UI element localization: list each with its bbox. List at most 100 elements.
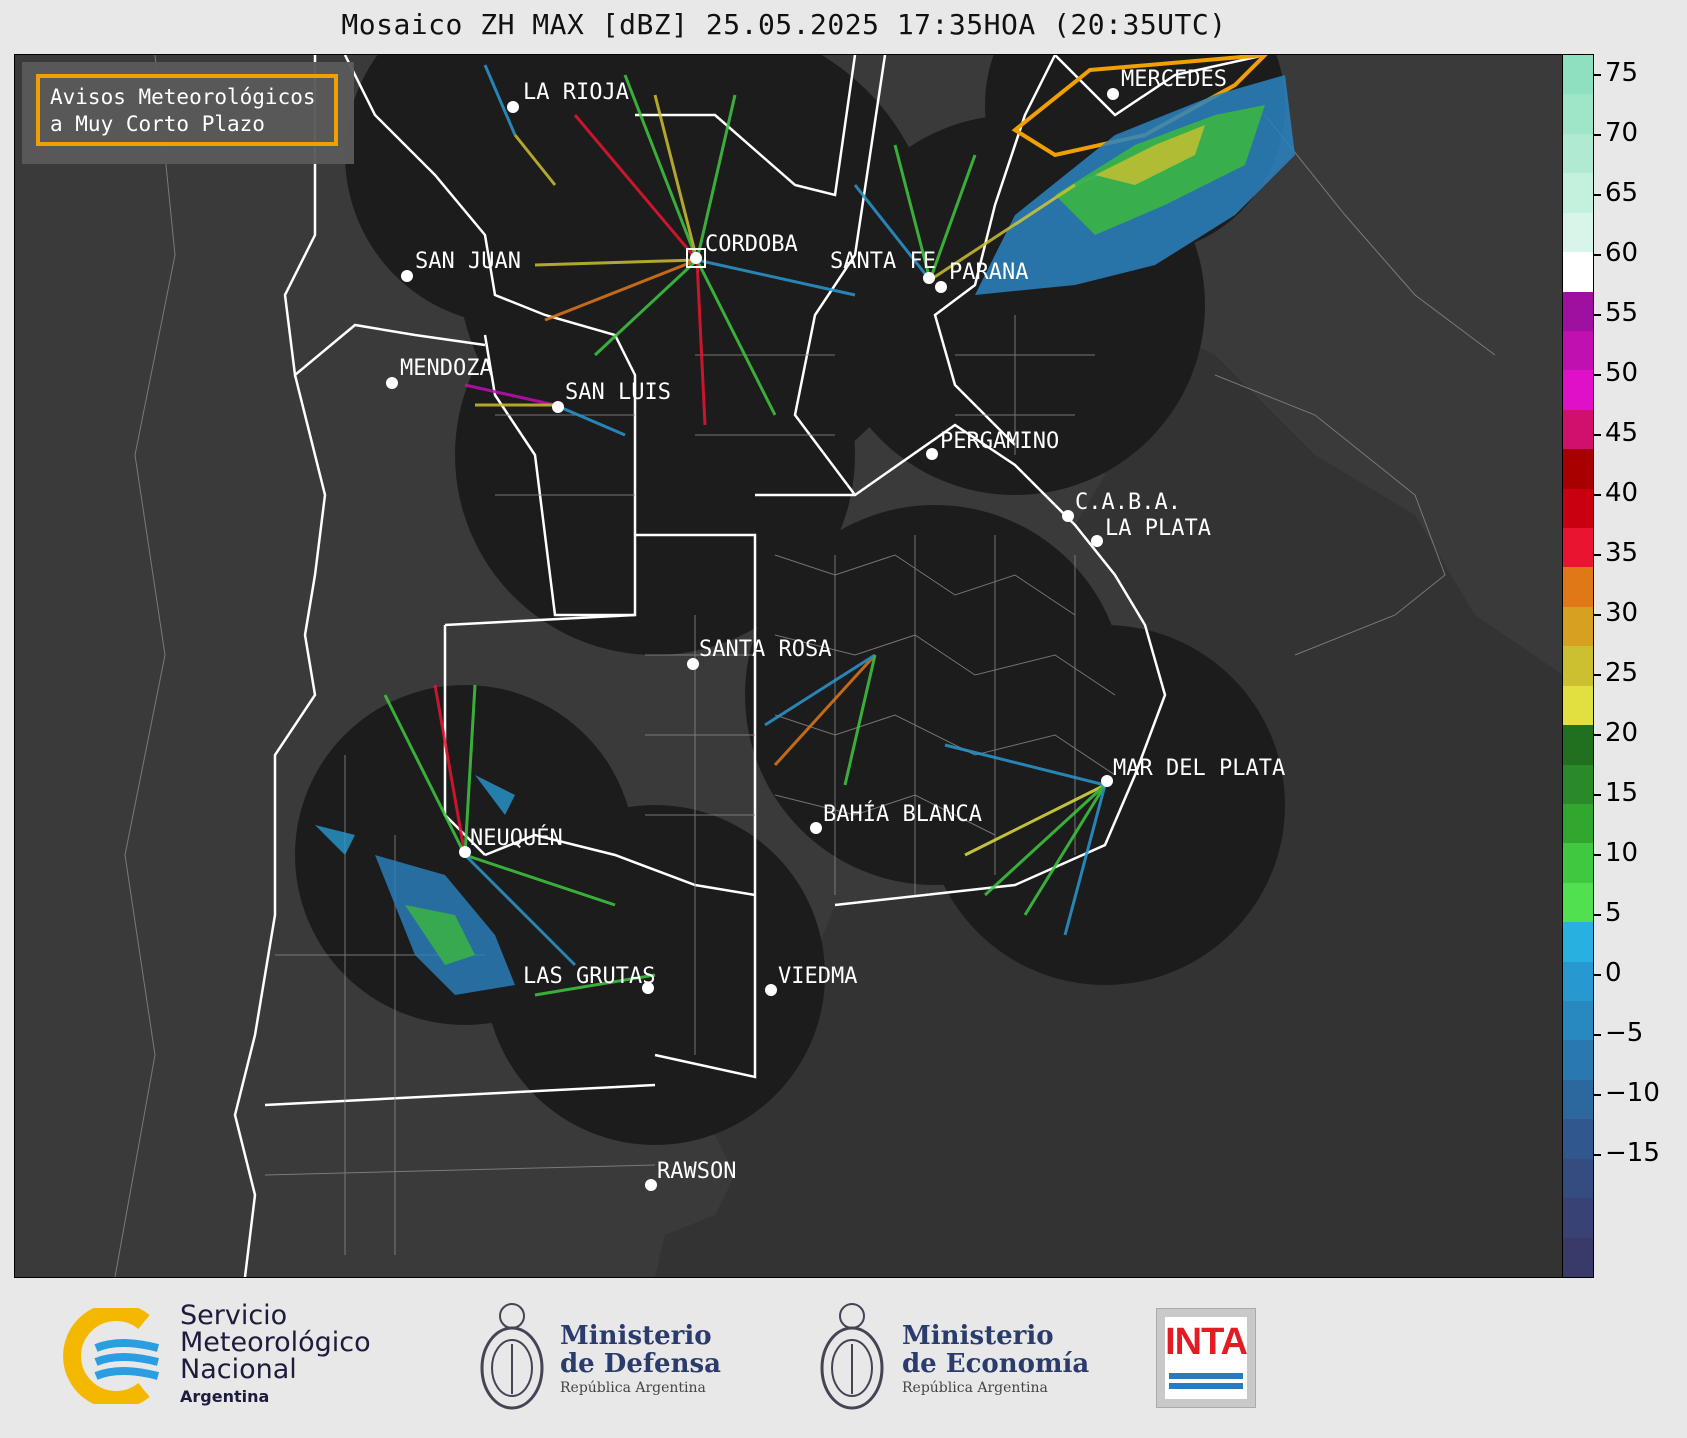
colorbar-segment: [1563, 843, 1593, 884]
colorbar-tick: [1593, 434, 1601, 436]
colorbar-label: 50: [1605, 358, 1639, 388]
colorbar-label: 70: [1605, 118, 1639, 148]
colorbar-label: 10: [1605, 838, 1639, 868]
colorbar-segment: [1563, 1001, 1593, 1042]
colorbar-tick: [1593, 914, 1601, 916]
colorbar-tick: [1593, 314, 1601, 316]
smn-sub: Argentina: [180, 1387, 270, 1406]
colorbar-tick: [1593, 614, 1601, 616]
colorbar-label: 45: [1605, 418, 1639, 448]
colorbar-segment: [1563, 764, 1593, 805]
svg-text:VIEDMA: VIEDMA: [778, 964, 857, 989]
colorbar-tick: [1593, 194, 1601, 196]
colorbar-label: 0: [1605, 958, 1622, 988]
economia-wordmark: Ministerio de Economía República Argenti…: [902, 1322, 1089, 1396]
colorbar-segment: [1563, 212, 1593, 254]
colorbar-segment: [1563, 330, 1593, 372]
colorbar-segment: [1563, 528, 1593, 569]
colorbar-segment: [1563, 606, 1593, 648]
colorbar-segment: [1563, 1198, 1593, 1239]
map-title: Mosaico ZH MAX [dBZ] 25.05.2025 17:35HOA…: [341, 8, 1227, 41]
colorbar-segment: [1563, 1237, 1593, 1277]
colorbar-tick: [1593, 674, 1601, 676]
colorbar-segment: [1563, 922, 1593, 963]
svg-text:MAR DEL PLATA: MAR DEL PLATA: [1113, 756, 1285, 781]
inta-wordmark: INTA: [1165, 1321, 1248, 1363]
colorbar-segment: [1563, 173, 1593, 214]
radar-map[interactable]: LA RIOJA CORDOBA SAN JUAN SANTA FE PARAN…: [14, 54, 1564, 1278]
colorbar-segment: [1563, 252, 1593, 293]
colorbar-tick: [1593, 974, 1601, 976]
colorbar-label: 15: [1605, 778, 1639, 808]
colorbar-segment: [1563, 1079, 1593, 1121]
colorbar-tick: [1593, 1034, 1601, 1036]
svg-text:SANTA ROSA: SANTA ROSA: [699, 637, 831, 662]
colorbar-segment: [1563, 94, 1593, 135]
economia-line-2: de Economía: [902, 1349, 1090, 1379]
svg-text:LA PLATA: LA PLATA: [1105, 516, 1211, 541]
colorbar-segment: [1563, 803, 1593, 845]
colorbar-label: 40: [1605, 478, 1639, 508]
inta-stripe-1: [1169, 1373, 1243, 1379]
notice-box[interactable]: Avisos Meteorológicos a Muy Corto Plazo: [36, 74, 338, 146]
notice-line-2: a Muy Corto Plazo: [50, 112, 265, 136]
svg-text:CORDOBA: CORDOBA: [705, 232, 798, 257]
colorbar-segment: [1563, 882, 1593, 924]
colorbar-tick: [1593, 854, 1601, 856]
colorbar-label: 60: [1605, 238, 1639, 268]
svg-text:PARANA: PARANA: [949, 260, 1028, 285]
colorbar-segment: [1563, 567, 1593, 608]
colorbar-segment: [1563, 488, 1593, 530]
svg-text:SAN LUIS: SAN LUIS: [565, 380, 671, 405]
notice-line-1: Avisos Meteorológicos: [50, 85, 316, 109]
svg-text:BAHÍA BLANCA: BAHÍA BLANCA: [823, 801, 982, 827]
colorbar-segment: [1563, 1040, 1593, 1081]
colorbar-label: −5: [1605, 1018, 1644, 1048]
defensa-sub: República Argentina: [560, 1380, 706, 1396]
inta-logo: INTA: [1156, 1308, 1256, 1408]
svg-text:SANTA FE: SANTA FE: [830, 249, 936, 274]
colorbar-segment: [1563, 1158, 1593, 1200]
colorbar-label: −15: [1605, 1138, 1660, 1168]
colorbar-tick: [1593, 74, 1601, 76]
colorbar-segment: [1563, 291, 1593, 332]
defensa-seal-icon: [480, 1303, 544, 1410]
defensa-wordmark: Ministerio de Defensa República Argentin…: [560, 1322, 721, 1396]
smn-line-3: Nacional: [180, 1354, 297, 1385]
colorbar-segment: [1563, 725, 1593, 766]
smn-line-2: Meteorológico: [180, 1327, 371, 1358]
colorbar-segment: [1563, 133, 1593, 175]
colorbar-segment: [1563, 961, 1593, 1003]
colorbar-segment: [1563, 409, 1593, 451]
colorbar-tick: [1593, 134, 1601, 136]
colorbar-tick: [1593, 1094, 1601, 1096]
colorbar-tick: [1593, 494, 1601, 496]
svg-text:NEUQUÉN: NEUQUÉN: [470, 825, 563, 851]
inta-stripe-2: [1169, 1383, 1243, 1389]
svg-text:PERGAMINO: PERGAMINO: [940, 429, 1059, 454]
svg-text:MENDOZA: MENDOZA: [400, 356, 493, 381]
colorbar-label: 5: [1605, 898, 1622, 928]
colorbar-segment: [1563, 685, 1593, 727]
smn-wordmark: Servicio Meteorológico Nacional Argentin…: [180, 1302, 371, 1410]
colorbar: [1562, 54, 1594, 1278]
svg-text:SAN JUAN: SAN JUAN: [415, 249, 521, 274]
colorbar-segment: [1563, 370, 1593, 411]
colorbar-tick: [1593, 1154, 1601, 1156]
colorbar-tick: [1593, 374, 1601, 376]
svg-text:MERCEDES: MERCEDES: [1121, 67, 1227, 92]
colorbar-label: 55: [1605, 298, 1639, 328]
inta-logo-inner: INTA: [1165, 1317, 1248, 1399]
colorbar-segment: [1563, 1119, 1593, 1160]
svg-text:LA RIOJA: LA RIOJA: [523, 80, 629, 105]
colorbar-label: 30: [1605, 598, 1639, 628]
economia-line-1: Ministerio: [902, 1321, 1054, 1351]
colorbar-label: 65: [1605, 178, 1639, 208]
colorbar-tick: [1593, 794, 1601, 796]
colorbar-segment: [1563, 646, 1593, 687]
colorbar-label: 20: [1605, 718, 1639, 748]
radar-map-canvas: LA RIOJA CORDOBA SAN JUAN SANTA FE PARAN…: [15, 55, 1563, 1277]
colorbar-tick: [1593, 254, 1601, 256]
smn-logo-icon: [63, 1308, 160, 1404]
colorbar-segment: [1563, 449, 1593, 490]
